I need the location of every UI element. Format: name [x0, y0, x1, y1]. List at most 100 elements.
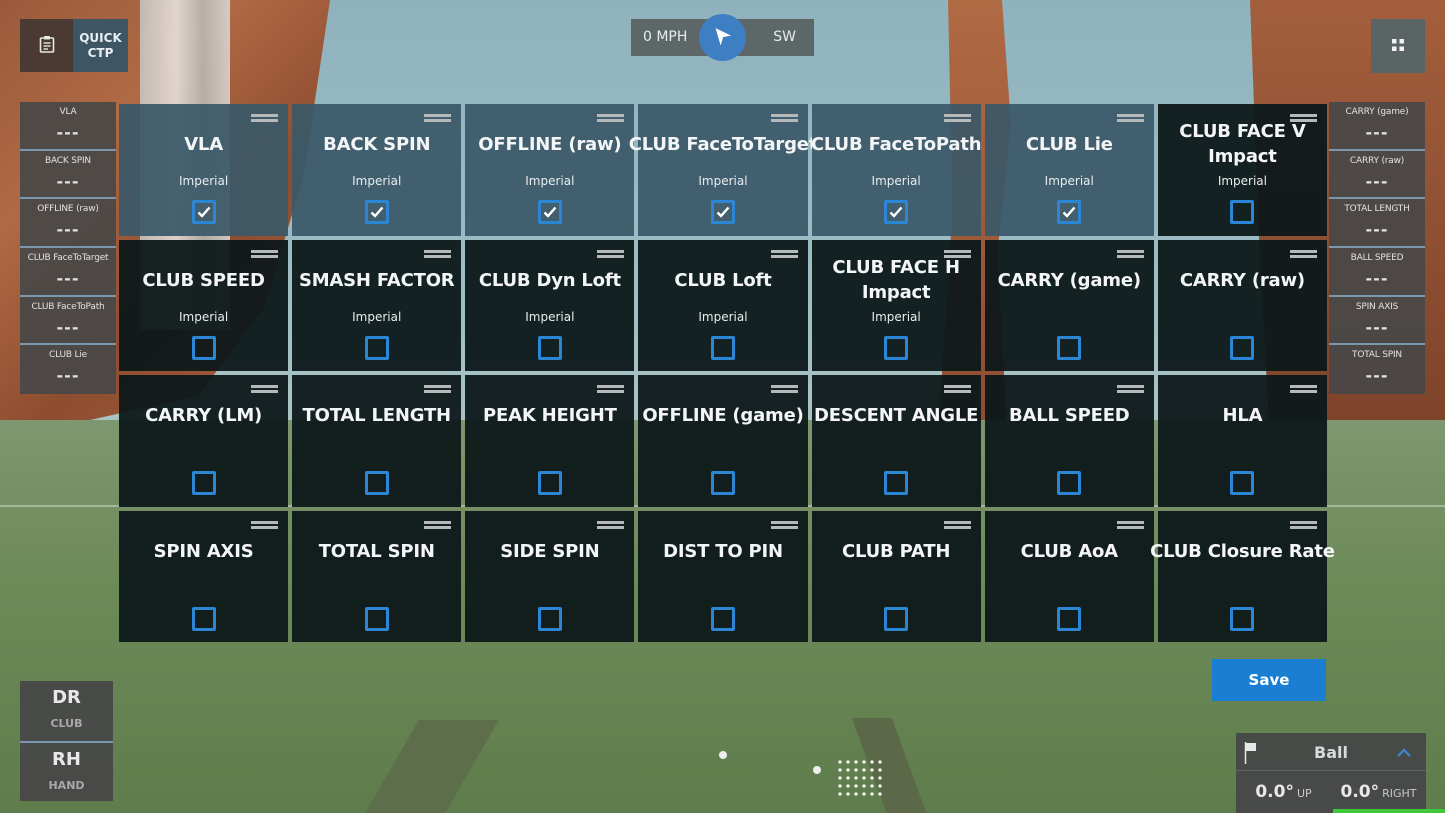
drag-handle-icon[interactable] [1116, 385, 1144, 393]
stat-value: --- [56, 171, 80, 191]
metric-tile[interactable]: OFFLINE (raw) Imperial [465, 104, 635, 236]
metric-checkbox[interactable] [191, 606, 216, 631]
drag-handle-icon[interactable] [1116, 520, 1144, 529]
save-button[interactable]: Save [1212, 659, 1326, 701]
drag-handle-icon[interactable] [424, 114, 452, 122]
metric-tile[interactable]: CLUB FACE V Impact Imperial [1157, 104, 1327, 236]
metric-checkbox[interactable] [191, 200, 216, 224]
metric-checkbox[interactable] [710, 471, 735, 495]
metric-checkbox[interactable] [191, 471, 216, 495]
metric-checkbox[interactable] [1057, 200, 1082, 224]
metric-tile[interactable]: CLUB FaceToPath Imperial [811, 104, 982, 236]
drag-handle-icon[interactable] [597, 249, 625, 258]
stat-value: --- [56, 123, 80, 142]
drag-handle-icon[interactable] [943, 385, 971, 393]
metric-tile[interactable]: TOTAL SPIN [292, 510, 462, 642]
metric-tile[interactable]: SIDE SPIN [465, 510, 635, 642]
metric-tile[interactable]: OFFLINE (game) [638, 375, 808, 507]
drag-handle-icon[interactable] [424, 249, 452, 258]
metric-checkbox[interactable] [884, 335, 909, 360]
metric-tile[interactable]: CLUB Loft Imperial [638, 239, 808, 371]
metric-checkbox[interactable] [710, 335, 735, 360]
metric-tile[interactable]: TOTAL LENGTH [292, 375, 462, 507]
chevron-up-icon[interactable] [1396, 744, 1412, 763]
quick-ctp-button[interactable]: QUICK CTP [73, 19, 128, 72]
metric-checkbox[interactable] [884, 606, 909, 631]
drag-handle-icon[interactable] [251, 114, 279, 122]
drag-handle-icon[interactable] [770, 114, 798, 122]
metric-unit: Imperial [871, 309, 921, 324]
metric-checkbox[interactable] [1057, 606, 1082, 631]
metric-checkbox[interactable] [1230, 606, 1255, 631]
drag-handle-icon[interactable] [597, 114, 625, 122]
metric-tile[interactable]: CLUB Lie Imperial [984, 104, 1154, 236]
drag-handle-icon[interactable] [1116, 114, 1144, 122]
metric-tile[interactable]: CLUB SPEED Imperial [119, 239, 289, 371]
metric-tile[interactable]: CLUB Dyn Loft Imperial [465, 239, 635, 371]
drag-handle-icon[interactable] [770, 249, 798, 258]
metric-tile[interactable]: CLUB PATH [811, 510, 981, 642]
metric-tile[interactable]: CARRY (game) [984, 239, 1154, 371]
metric-checkbox[interactable] [191, 335, 216, 360]
drag-handle-icon[interactable] [1289, 520, 1317, 529]
metric-checkbox[interactable] [884, 200, 909, 224]
drag-handle-icon[interactable] [770, 385, 798, 393]
metric-checkbox[interactable] [1230, 335, 1255, 360]
metric-tile[interactable]: CLUB Closure Rate [1150, 510, 1335, 642]
metric-tile-title-text: VLA [184, 134, 223, 155]
metric-checkbox[interactable] [537, 335, 562, 360]
metric-checkbox[interactable] [884, 471, 909, 495]
checkmark-icon [370, 203, 384, 222]
metric-tile[interactable]: DIST TO PIN [638, 510, 808, 642]
metric-checkbox[interactable] [710, 200, 735, 224]
metric-tile[interactable]: SMASH FACTOR Imperial [292, 239, 462, 371]
drag-handle-icon[interactable] [1289, 385, 1317, 393]
metric-checkbox[interactable] [710, 606, 735, 631]
metric-unit: Imperial [1044, 174, 1094, 188]
metric-checkbox[interactable] [364, 335, 389, 360]
club-selector[interactable]: DR CLUB [20, 681, 113, 741]
drag-handle-icon[interactable] [251, 520, 279, 529]
metric-checkbox[interactable] [364, 606, 389, 631]
drag-handle-icon[interactable] [943, 114, 971, 122]
metric-tile[interactable]: CLUB AoA [984, 510, 1154, 642]
metric-tile[interactable]: CLUB FACE H Impact Imperial [811, 239, 981, 371]
metric-tile[interactable]: CARRY (LM) [119, 375, 289, 507]
drag-handle-icon[interactable] [251, 385, 279, 393]
drag-handle-icon[interactable] [597, 520, 625, 529]
drag-handle-icon[interactable] [770, 520, 798, 529]
clipboard-button[interactable] [20, 19, 73, 72]
stat-value: --- [56, 317, 80, 337]
up-label: UP [1296, 786, 1312, 800]
drag-handle-icon[interactable] [251, 249, 279, 258]
drag-handle-icon[interactable] [424, 385, 452, 393]
metric-tile-title: BALL SPEED [985, 403, 1154, 455]
metric-checkbox[interactable] [364, 200, 389, 224]
metric-tile[interactable]: BACK SPIN Imperial [292, 104, 462, 236]
metric-tile[interactable]: BALL SPEED [984, 375, 1154, 507]
metric-checkbox[interactable] [537, 200, 562, 224]
drag-handle-icon[interactable] [1289, 249, 1317, 258]
metric-tile-title: PEAK HEIGHT [465, 403, 634, 455]
metric-checkbox[interactable] [537, 471, 562, 495]
drag-handle-icon[interactable] [943, 520, 971, 529]
metric-checkbox[interactable] [1057, 471, 1082, 495]
metric-tile[interactable]: PEAK HEIGHT [465, 375, 635, 507]
metric-tile[interactable]: SPIN AXIS [119, 510, 289, 642]
drag-handle-icon[interactable] [1116, 249, 1144, 258]
hand-selector[interactable]: RH HAND [20, 741, 113, 801]
metric-tile[interactable]: HLA [1157, 375, 1327, 507]
right-stats-panel: CARRY (game) --- CARRY (raw) --- TOTAL LENGT… [1329, 102, 1425, 395]
metric-checkbox[interactable] [537, 606, 562, 631]
metric-checkbox[interactable] [1230, 200, 1255, 224]
layout-grid-button[interactable] [1371, 19, 1425, 73]
drag-handle-icon[interactable] [597, 385, 625, 393]
metric-tile[interactable]: CLUB FaceToTarget Imperial [629, 104, 817, 236]
metric-checkbox[interactable] [1057, 335, 1082, 360]
drag-handle-icon[interactable] [424, 520, 452, 529]
metric-tile[interactable]: DESCENT ANGLE [811, 375, 981, 507]
metric-checkbox[interactable] [364, 471, 389, 495]
metric-tile[interactable]: CARRY (raw) [1157, 239, 1327, 371]
metric-tile[interactable]: VLA Imperial [119, 104, 289, 236]
metric-checkbox[interactable] [1230, 471, 1255, 495]
